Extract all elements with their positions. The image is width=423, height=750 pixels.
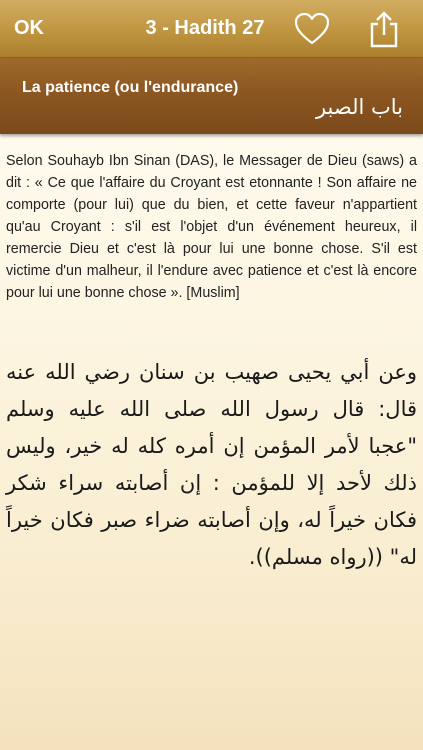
page-title: 3 - Hadith 27 [145,17,265,39]
ok-button[interactable]: OK [14,16,44,40]
share-icon[interactable] [368,10,400,48]
hadith-text-arabic: وعن أبي يحيى صهيب بن سنان رضي الله عنه ق… [6,360,417,569]
hadith-text-french: Selon Souhayb Ibn Sinan (DAS), le Messag… [6,153,417,301]
chapter-title-french: La patience (ou l'endurance) [22,79,239,96]
chapter-title-arabic: باب الصبر [315,95,403,119]
chapter-header: La patience (ou l'endurance) باب الصبر [0,58,423,134]
heart-icon[interactable] [294,12,330,46]
navigation-bar: OK 3 - Hadith 27 [0,0,423,58]
